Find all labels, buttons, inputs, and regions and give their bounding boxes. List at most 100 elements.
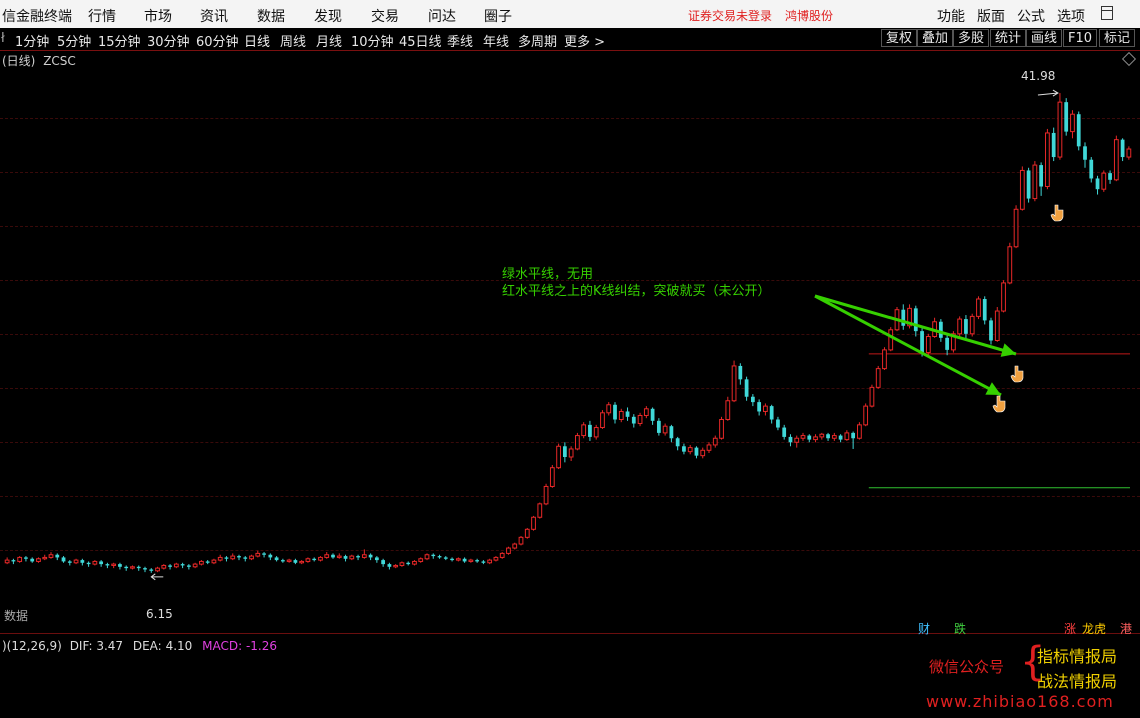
candle-body-down (293, 560, 298, 563)
candle-body-up (48, 554, 54, 558)
candle-body-up (1007, 246, 1013, 284)
candle-body-up (487, 559, 493, 564)
candle-body-down (237, 556, 241, 558)
candle-body-up (111, 563, 117, 566)
candle-body-down (826, 434, 830, 439)
macd-value: -1.26 (245, 639, 278, 653)
candle-body-up (1101, 172, 1107, 190)
candle-body-down (656, 420, 661, 433)
candle-body-down (1108, 173, 1112, 180)
candle-body-up (249, 555, 254, 560)
candle-body-up (969, 315, 975, 335)
watermark-name-1: 指标情报局 (1037, 647, 1118, 666)
candle-body-up (361, 554, 367, 558)
candle-body-down (387, 564, 392, 567)
candle-body-up (719, 419, 724, 439)
candle-body-down (669, 426, 674, 439)
candle-body-up (712, 437, 718, 446)
candle-body-up (800, 435, 806, 439)
candle-body-up (1126, 148, 1132, 158)
candle-body-down (381, 560, 386, 565)
candle-body-up (499, 552, 505, 558)
candle-body-up (42, 556, 48, 560)
candle-body-up (506, 547, 511, 554)
candle-body-down (99, 561, 104, 565)
hand-pointer-icon (992, 395, 1006, 413)
candle-body-down (124, 566, 129, 569)
candle-body-down (613, 404, 617, 420)
watermark-name-2: 战法情报局 (1037, 672, 1118, 691)
candle-body-down (838, 435, 843, 440)
candle-body-down (982, 298, 987, 321)
candle-body-up (73, 559, 79, 564)
candle-body-up (700, 449, 706, 457)
candle-body-down (475, 560, 480, 562)
finance-badge[interactable]: 财 (916, 620, 932, 637)
candle-body-down (11, 560, 16, 562)
candle-body-up (618, 410, 624, 421)
dea-value: 4.10 (165, 639, 193, 653)
candle-body-down (149, 569, 154, 571)
candle-body-down (374, 557, 379, 561)
candle-body-up (1113, 139, 1119, 181)
candle-body-down (481, 561, 486, 563)
candle-body-down (30, 558, 35, 562)
candle-body-up (844, 432, 850, 441)
candle-body-up (217, 556, 223, 561)
candle-body-down (268, 554, 273, 558)
hand-pointer-icon (1010, 365, 1024, 383)
hand-pointer-icon (1050, 204, 1064, 222)
candle-body-up (888, 329, 894, 351)
candle-body-up (687, 447, 693, 453)
candle-body-up (324, 554, 330, 558)
candle-body-up (318, 556, 323, 561)
candle-body-up (36, 558, 41, 562)
candle-body-up (662, 425, 668, 434)
candle-body-down (343, 556, 348, 559)
rise-badge[interactable]: 涨 (1062, 620, 1078, 637)
candle-body-up (882, 349, 887, 370)
hk-badge[interactable]: 港 (1118, 620, 1134, 637)
candle-body-up (593, 427, 599, 438)
candle-body-down (588, 424, 592, 437)
candle-body-up (155, 567, 160, 572)
candle-body-up (211, 559, 217, 564)
candle-body-up (813, 436, 818, 441)
candle-body-up (637, 414, 643, 425)
candle-body-down (224, 557, 229, 559)
candle-body-up (543, 485, 549, 505)
candle-body-down (757, 402, 762, 412)
candle-body-up (556, 445, 561, 469)
candle-body-up (875, 368, 881, 388)
candle-body-down (1051, 132, 1056, 158)
candle-body-up (706, 444, 712, 451)
candle-body-up (192, 563, 198, 568)
candle-body-down (807, 435, 812, 440)
candle-body-down (750, 396, 755, 403)
fall-badge[interactable]: 跌 (952, 620, 968, 637)
candle-body-down (262, 553, 266, 555)
candle-body-down (243, 557, 248, 559)
candle-body-up (161, 564, 167, 569)
candle-body-up (1013, 208, 1019, 248)
candle-body-up (349, 555, 355, 560)
candle-body-down (682, 446, 686, 452)
candle-body-down (280, 560, 285, 562)
longhu-badge[interactable]: 龙虎 (1080, 620, 1108, 637)
candle-body-up (957, 318, 963, 335)
candle-body-up (305, 558, 311, 562)
candle-body-down (1064, 102, 1069, 132)
candle-body-down (118, 564, 122, 567)
candle-body-down (205, 561, 210, 563)
candle-body-down (851, 432, 856, 439)
candle-body-up (763, 405, 768, 412)
macd-label: MACD: (202, 639, 243, 653)
candle-body-up (794, 437, 800, 443)
candle-body-up (418, 558, 424, 562)
candle-body-down (776, 419, 780, 428)
candle-body-down (86, 562, 91, 565)
data-tab[interactable]: 数据 (4, 607, 28, 624)
candle-body-up (857, 424, 862, 439)
candle-body-down (136, 566, 141, 569)
candle-body-down (406, 562, 411, 565)
